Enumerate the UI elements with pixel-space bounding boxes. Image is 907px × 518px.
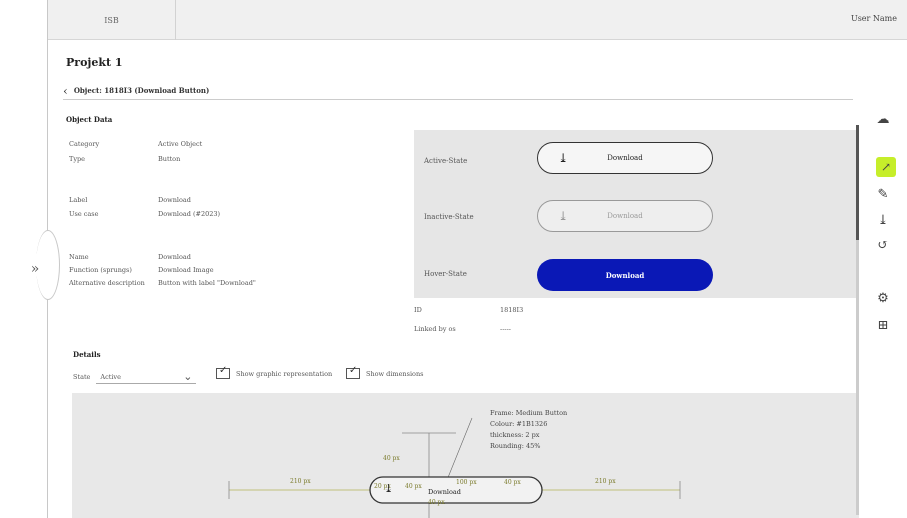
settings-link-icon[interactable]: ⚙ bbox=[870, 287, 896, 309]
show-graphic-checkbox[interactable]: Show graphic representation bbox=[216, 365, 333, 379]
field-key: Function (sprungs) bbox=[69, 266, 132, 274]
checkbox-label: Show dimensions bbox=[366, 369, 424, 378]
spec-annotation: Frame: Medium Button Colour: #1B1326 thi… bbox=[490, 408, 567, 452]
button-label: Download bbox=[605, 270, 645, 280]
checkbox-icon bbox=[346, 365, 360, 379]
edit-external-icon[interactable]: ↗ bbox=[876, 157, 896, 177]
id-value: 1818I3 bbox=[500, 306, 524, 314]
active-download-button[interactable]: ⤓ Download bbox=[537, 142, 713, 174]
download-icon[interactable]: ⤓ bbox=[870, 209, 896, 231]
graphic-representation-canvas: Frame: Medium Button Colour: #1B1326 thi… bbox=[72, 393, 859, 518]
double-chevron-right-icon[interactable]: » bbox=[20, 255, 50, 283]
field-key: Label bbox=[69, 196, 88, 204]
dim-inner-mid2-label: 100 px bbox=[456, 479, 477, 486]
chevron-left-icon[interactable]: ‹ bbox=[63, 84, 68, 98]
pencil-icon[interactable]: ✎ bbox=[870, 183, 896, 205]
spec-frame: Frame: Medium Button bbox=[490, 409, 568, 417]
object-data-heading: Object Data bbox=[66, 115, 113, 124]
field-value: Download bbox=[158, 196, 191, 204]
field-value: Download (#2023) bbox=[158, 210, 221, 218]
breadcrumb-label: Object: 1818I3 (Download Button) bbox=[73, 86, 210, 95]
hover-state-label: Hover-State bbox=[424, 270, 467, 278]
download-icon: ⤓ bbox=[384, 482, 394, 495]
field-key: Alternative description bbox=[69, 279, 145, 287]
top-bar: ISB User Name bbox=[48, 0, 907, 40]
spec-thickness: thickness: 2 px bbox=[490, 431, 540, 439]
field-key: Type bbox=[69, 155, 86, 163]
hover-download-button[interactable]: Download bbox=[537, 259, 713, 291]
dim-bottom-label: 40 px bbox=[428, 499, 445, 506]
dim-inner-mid-label: 40 px bbox=[405, 483, 422, 490]
field-value: Button with label "Download" bbox=[158, 279, 256, 287]
button-label: Download bbox=[607, 154, 643, 162]
inactive-download-button: ⤓ Download bbox=[537, 200, 713, 232]
app-window: » ISB User Name Projekt 1 ‹ Object: 1818… bbox=[0, 0, 907, 518]
show-dimensions-checkbox[interactable]: Show dimensions bbox=[346, 365, 424, 379]
dimension-drawing bbox=[228, 417, 681, 518]
user-name[interactable]: User Name bbox=[851, 14, 897, 23]
spec-colour: Colour: #1B1326 bbox=[490, 420, 548, 428]
annotation-leader-line bbox=[446, 417, 473, 481]
dim-top-label: 40 px bbox=[383, 455, 400, 462]
field-key: Use case bbox=[69, 210, 99, 218]
field-key: Name bbox=[69, 253, 89, 261]
tab-isb[interactable]: ISB bbox=[48, 0, 176, 40]
download-icon: ⤓ bbox=[558, 209, 569, 223]
state-select-row: State Active ⌄ bbox=[73, 370, 197, 384]
field-value: Button bbox=[158, 155, 181, 163]
breadcrumb: ‹ Object: 1818I3 (Download Button) bbox=[63, 82, 853, 100]
field-key: Category bbox=[69, 140, 100, 148]
spec-rounding: Rounding: 45% bbox=[490, 442, 541, 450]
dim-inner-right-label: 40 px bbox=[504, 479, 521, 486]
scrollbar-thumb[interactable] bbox=[856, 125, 859, 240]
dim-right-label: 210 px bbox=[595, 478, 616, 485]
field-value: Download bbox=[158, 253, 191, 261]
download-icon: ⤓ bbox=[558, 151, 569, 165]
add-layer-icon[interactable]: ⊞ bbox=[870, 314, 896, 336]
state-dropdown[interactable]: Active ⌄ bbox=[96, 370, 197, 384]
chevron-down-icon: ⌄ bbox=[183, 370, 193, 383]
button-label: Download bbox=[607, 212, 643, 220]
button-states-preview: Active-State ⤓ Download Inactive-State ⤓… bbox=[414, 130, 858, 298]
page-title: Projekt 1 bbox=[66, 56, 123, 69]
dim-left-label: 210 px bbox=[290, 478, 311, 485]
id-key: ID bbox=[414, 306, 422, 314]
linked-key: Linked by os bbox=[414, 325, 456, 333]
history-icon[interactable]: ↺ bbox=[870, 234, 896, 256]
checkbox-label: Show graphic representation bbox=[236, 369, 333, 378]
state-label: State bbox=[73, 373, 91, 381]
field-value: Active Object bbox=[158, 140, 203, 148]
state-value: Active bbox=[100, 372, 121, 381]
canvas-button-label: Download bbox=[428, 488, 461, 496]
inactive-state-label: Inactive-State bbox=[424, 213, 474, 221]
checkbox-icon bbox=[216, 365, 230, 379]
details-heading: Details bbox=[73, 350, 101, 359]
upload-cloud-icon[interactable]: ☁ bbox=[870, 108, 896, 130]
field-value: Download Image bbox=[158, 266, 214, 274]
active-state-label: Active-State bbox=[424, 157, 468, 165]
linked-value: ----- bbox=[500, 325, 511, 333]
